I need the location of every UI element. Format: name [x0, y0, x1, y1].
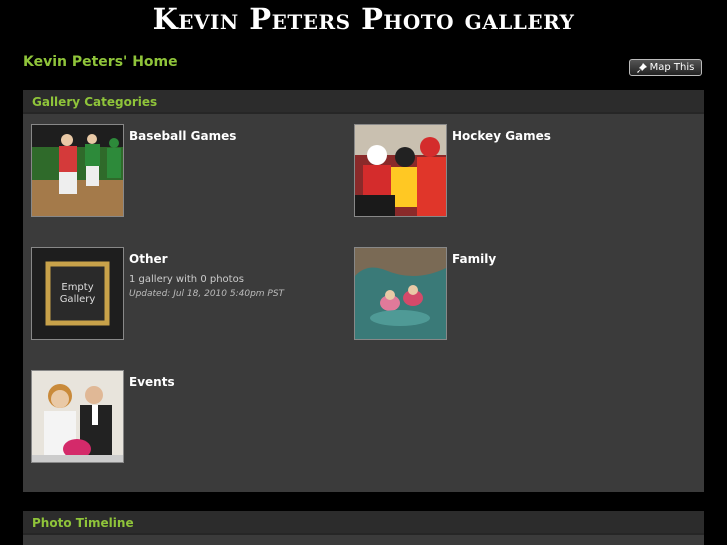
category-title[interactable]: Baseball Games — [129, 129, 236, 143]
home-link[interactable]: Kevin Peters' Home — [23, 54, 178, 70]
category-hockey-games[interactable]: Hockey Games — [354, 124, 551, 217]
category-gallery-count: 1 gallery with 0 photos — [129, 274, 244, 285]
map-this-button[interactable]: Map This — [629, 59, 702, 76]
category-title[interactable]: Events — [129, 375, 175, 389]
category-thumbnail[interactable]: Empty Gallery — [31, 247, 124, 340]
photo-timeline-header: Photo Timeline — [23, 511, 704, 535]
category-title[interactable]: Other — [129, 252, 284, 266]
category-thumbnail[interactable] — [354, 247, 447, 340]
category-updated: Updated: Jul 18, 2010 5:40pm PST — [129, 289, 285, 299]
category-events[interactable]: Events — [31, 370, 175, 463]
category-thumbnail[interactable] — [354, 124, 447, 217]
empty-gallery-text-1: Empty — [61, 282, 93, 293]
photo-timeline-panel: Photo Timeline — [23, 511, 704, 545]
category-title[interactable]: Hockey Games — [452, 129, 551, 143]
gallery-categories-panel: Gallery Categories Baseball Games Hockey… — [23, 90, 704, 492]
map-this-label: Map This — [649, 62, 695, 73]
category-baseball-games[interactable]: Baseball Games — [31, 124, 236, 217]
empty-gallery-text-2: Gallery — [60, 294, 96, 305]
category-thumbnail[interactable] — [31, 370, 124, 463]
category-family[interactable]: Family — [354, 247, 496, 340]
site-title: Kevin Peters Photo gallery — [152, 2, 575, 36]
category-title[interactable]: Family — [452, 252, 496, 266]
gallery-categories-header: Gallery Categories — [23, 90, 704, 114]
category-thumbnail[interactable] — [31, 124, 124, 217]
category-other[interactable]: Empty Gallery Other 1 gallery with 0 pho… — [31, 247, 284, 340]
pin-icon — [636, 62, 647, 73]
